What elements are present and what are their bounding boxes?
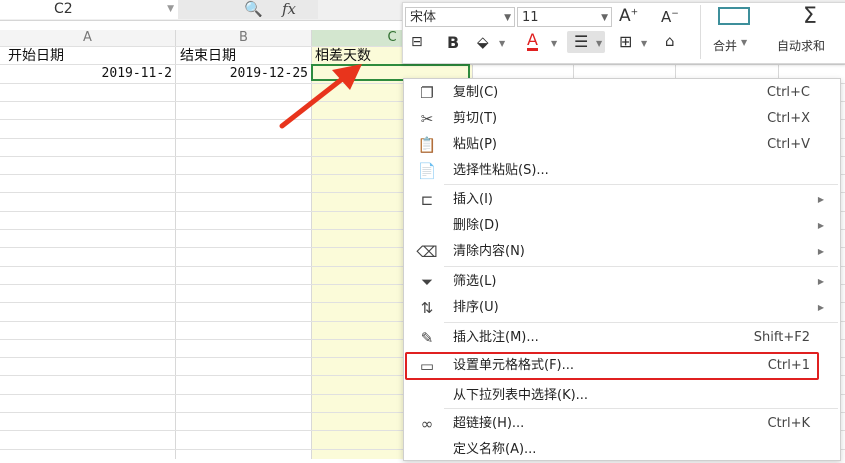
menu-item-label: 筛选(L): [453, 274, 497, 289]
paste-special-icon: 📄: [417, 162, 437, 180]
chevron-down-icon[interactable]: ▼: [596, 39, 602, 48]
autosum-label[interactable]: 自动求和: [777, 37, 825, 54]
menu-item-9[interactable]: ✎ 插入批注(M)... Shift+F2: [404, 325, 838, 351]
menu-item-shortcut: Ctrl+C: [766, 85, 810, 100]
font-name-value: 宋体: [410, 10, 437, 25]
font-name-select[interactable]: 宋体 ▼: [405, 7, 515, 27]
chevron-down-icon[interactable]: ▼: [499, 39, 505, 48]
menu-item-label: 选择性粘贴(S)...: [453, 163, 549, 178]
merge-cells-icon[interactable]: [718, 7, 750, 25]
formula-tools: 🔍 fx: [178, 0, 318, 19]
comment-icon: ✎: [420, 329, 434, 347]
column-header-b[interactable]: B: [176, 30, 312, 46]
copy-icon: ❐: [420, 84, 434, 102]
insert-icon: ⊏: [420, 191, 434, 209]
menu-item-0[interactable]: ❐ 复制(C) Ctrl+C: [404, 80, 838, 106]
format-painter-icon[interactable]: ⊟: [411, 34, 423, 50]
font-size-select[interactable]: 11 ▼: [517, 7, 612, 27]
menu-item-5[interactable]: 删除(D) ▶: [404, 213, 838, 239]
menu-item-label: 从下拉列表中选择(K)...: [453, 388, 589, 403]
chevron-down-icon[interactable]: ▼: [167, 0, 174, 19]
fill-color-icon[interactable]: ⬙: [477, 33, 489, 51]
menu-item-4[interactable]: ⊏ 插入(I) ▶: [404, 187, 838, 213]
submenu-arrow-icon: ▶: [817, 303, 824, 312]
name-box[interactable]: C2 ▼: [0, 0, 179, 19]
menu-item-label: 定义名称(A)...: [453, 442, 537, 457]
mini-toolbar: 宋体 ▼ 11 ▼ A+ A− 合并 ▼ Σ 自动求和 ⊟ B ⬙ ▼ A ▼ ☰ …: [402, 2, 845, 64]
menu-item-label: 剪切(T): [453, 111, 498, 126]
submenu-arrow-icon: ▶: [817, 195, 824, 204]
context-menu: ❐ 复制(C) Ctrl+C ✂ 剪切(T) Ctrl+X 📋 粘贴(P) Ctrl+V 📄 选择性…: [403, 78, 841, 461]
font-color-icon[interactable]: A: [527, 32, 538, 51]
hyperlink-icon: ∞: [420, 415, 434, 433]
menu-item-label: 删除(D): [453, 218, 500, 233]
menu-item-label: 复制(C): [453, 85, 499, 100]
borders-icon[interactable]: ⊞: [619, 32, 632, 51]
chevron-down-icon[interactable]: ▼: [641, 39, 647, 48]
toolbar-divider: [700, 5, 701, 59]
menu-item-2[interactable]: 📋 粘贴(P) Ctrl+V: [404, 132, 838, 158]
eraser-icon: ⌫: [416, 243, 438, 261]
cell-a2[interactable]: 2019-11-2: [8, 65, 172, 83]
menu-item-label: 粘贴(P): [453, 137, 497, 152]
menu-item-label: 超链接(H)...: [453, 416, 525, 431]
menu-item-label: 插入批注(M)...: [453, 330, 539, 345]
merge-label[interactable]: 合并: [713, 37, 737, 54]
clear-format-icon[interactable]: ⌂: [665, 32, 675, 50]
menu-item-shortcut: Ctrl+X: [767, 111, 810, 126]
submenu-arrow-icon: ▶: [817, 221, 824, 230]
menu-item-label: 排序(U): [453, 300, 499, 315]
menu-separator: [444, 184, 838, 185]
menu-item-shortcut: Ctrl+K: [767, 416, 810, 431]
menu-item-label: 清除内容(N): [453, 244, 525, 259]
menu-item-shortcut: Shift+F2: [753, 330, 810, 345]
menu-item-13[interactable]: 定义名称(A)...: [404, 437, 838, 463]
align-center-icon[interactable]: ☰: [574, 32, 588, 51]
menu-item-11[interactable]: 从下拉列表中选择(K)...: [404, 383, 838, 409]
menu-item-3[interactable]: 📄 选择性粘贴(S)...: [404, 158, 838, 184]
menu-item-12[interactable]: ∞ 超链接(H)... Ctrl+K: [404, 411, 838, 437]
cut-icon: ✂: [420, 110, 434, 128]
submenu-arrow-icon: ▶: [817, 277, 824, 286]
chevron-down-icon[interactable]: ▼: [741, 38, 747, 47]
menu-separator: [444, 322, 838, 323]
column-header-a[interactable]: A: [0, 30, 176, 46]
decrease-font-icon[interactable]: A−: [661, 8, 679, 26]
menu-separator: [444, 266, 838, 267]
format-cells-highlight-box: [405, 352, 819, 380]
menu-item-6[interactable]: ⌫ 清除内容(N) ▶: [404, 239, 838, 265]
menu-item-shortcut: Ctrl+V: [767, 137, 810, 152]
cell-b1[interactable]: 结束日期: [180, 47, 236, 65]
annotation-arrow: [279, 64, 362, 129]
name-box-value: C2: [54, 1, 73, 17]
sort-icon: ⇅: [420, 299, 434, 317]
menu-item-label: 插入(I): [453, 192, 493, 207]
menu-item-7[interactable]: ⏷ 筛选(L) ▶: [404, 269, 838, 295]
search-zoom-icon[interactable]: 🔍: [244, 0, 263, 18]
font-size-value: 11: [522, 10, 539, 25]
sigma-icon[interactable]: Σ: [803, 4, 817, 29]
menu-item-8[interactable]: ⇅ 排序(U) ▶: [404, 295, 838, 321]
fx-button[interactable]: fx: [282, 0, 296, 18]
filter-icon: ⏷: [420, 273, 433, 291]
bold-icon[interactable]: B: [447, 33, 459, 52]
cell-a1[interactable]: 开始日期: [8, 47, 64, 65]
menu-item-1[interactable]: ✂ 剪切(T) Ctrl+X: [404, 106, 838, 132]
submenu-arrow-icon: ▶: [817, 247, 824, 256]
chevron-down-icon: ▼: [504, 13, 511, 23]
paste-icon: 📋: [417, 136, 437, 154]
chevron-down-icon[interactable]: ▼: [551, 39, 557, 48]
increase-font-icon[interactable]: A+: [619, 6, 638, 26]
chevron-down-icon: ▼: [601, 13, 608, 23]
arrow-shaft: [279, 73, 349, 129]
